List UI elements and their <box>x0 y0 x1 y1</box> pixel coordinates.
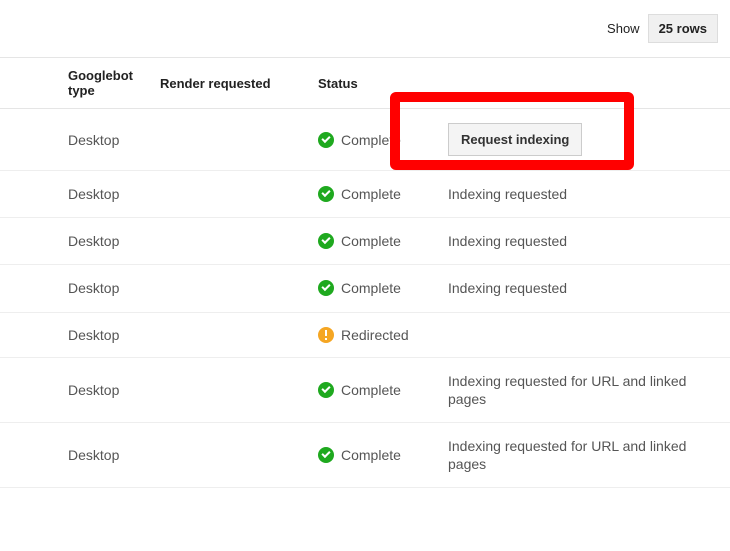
cell-action: Indexing requested <box>448 265 730 312</box>
action-status-text: Indexing requested for URL and linked pa… <box>448 438 686 472</box>
status-text: Complete <box>341 382 401 398</box>
rows-select[interactable]: 25 rows <box>648 14 718 43</box>
status-text: Complete <box>341 447 401 463</box>
cell-status: Complete <box>318 265 448 312</box>
cell-render-requested <box>160 312 318 357</box>
cell-render-requested <box>160 357 318 422</box>
cell-status: Complete <box>318 109 448 171</box>
cell-action: Indexing requested for URL and linked pa… <box>448 422 730 487</box>
header-googlebot-type: Googlebot type <box>0 58 160 109</box>
status-text: Complete <box>341 186 401 202</box>
action-status-text: Indexing requested for URL and linked pa… <box>448 373 686 407</box>
check-icon <box>318 382 334 398</box>
cell-googlebot-type: Desktop <box>0 265 160 312</box>
warning-icon <box>318 327 334 343</box>
cell-render-requested <box>160 265 318 312</box>
table-row: Desktop Complete Request indexing <box>0 109 730 171</box>
request-indexing-button[interactable]: Request indexing <box>448 123 582 156</box>
check-icon <box>318 280 334 296</box>
crawl-table: Googlebot type Render requested Status D… <box>0 57 730 488</box>
cell-action: Indexing requested <box>448 171 730 218</box>
status-text: Redirected <box>341 327 409 343</box>
cell-render-requested <box>160 422 318 487</box>
table-row: Desktop Redirected <box>0 312 730 357</box>
header-render-requested: Render requested <box>160 58 318 109</box>
cell-status: Complete <box>318 357 448 422</box>
check-icon <box>318 233 334 249</box>
cell-googlebot-type: Desktop <box>0 312 160 357</box>
cell-action: Indexing requested <box>448 218 730 265</box>
cell-googlebot-type: Desktop <box>0 109 160 171</box>
status-text: Complete <box>341 233 401 249</box>
show-label: Show <box>607 21 640 36</box>
check-icon <box>318 186 334 202</box>
cell-status: Redirected <box>318 312 448 357</box>
header-action <box>448 58 730 109</box>
cell-googlebot-type: Desktop <box>0 218 160 265</box>
cell-render-requested <box>160 218 318 265</box>
action-status-text: Indexing requested <box>448 233 567 249</box>
cell-render-requested <box>160 109 318 171</box>
table-row: Desktop Complete Indexing requested <box>0 265 730 312</box>
cell-status: Complete <box>318 422 448 487</box>
cell-action <box>448 312 730 357</box>
status-text: Complete <box>341 280 401 296</box>
cell-action: Indexing requested for URL and linked pa… <box>448 357 730 422</box>
page-root: Show 25 rows Googlebot type Render reque… <box>0 0 730 488</box>
cell-googlebot-type: Desktop <box>0 422 160 487</box>
action-status-text: Indexing requested <box>448 280 567 296</box>
table-row: Desktop Complete Indexing requested for UR… <box>0 422 730 487</box>
cell-googlebot-type: Desktop <box>0 171 160 218</box>
cell-action: Request indexing <box>448 109 730 171</box>
check-icon <box>318 447 334 463</box>
cell-status: Complete <box>318 218 448 265</box>
status-text: Complete <box>341 132 401 148</box>
header-status: Status <box>318 58 448 109</box>
action-status-text: Indexing requested <box>448 186 567 202</box>
cell-googlebot-type: Desktop <box>0 357 160 422</box>
table-row: Desktop Complete Indexing requested <box>0 171 730 218</box>
check-icon <box>318 132 334 148</box>
table-header-row: Googlebot type Render requested Status <box>0 58 730 109</box>
topbar: Show 25 rows <box>0 0 730 57</box>
table-row: Desktop Complete Indexing requested for UR… <box>0 357 730 422</box>
cell-render-requested <box>160 171 318 218</box>
table-row: Desktop Complete Indexing requested <box>0 218 730 265</box>
cell-status: Complete <box>318 171 448 218</box>
